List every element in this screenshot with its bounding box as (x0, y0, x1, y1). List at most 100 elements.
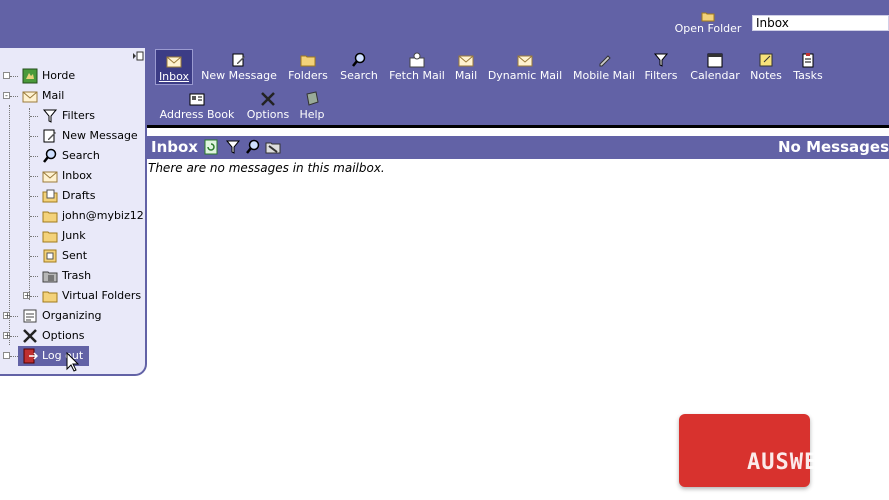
sidebar-item-options[interactable]: + Options (0, 326, 145, 346)
sidebar-item-label: Inbox (62, 169, 93, 182)
fetch-mail-icon (409, 52, 425, 68)
watermark-text: AUSWEB (747, 450, 833, 475)
toolbar-dynamic-mail[interactable]: Dynamic Mail (485, 49, 565, 85)
toolbar-new-message[interactable]: New Message (199, 49, 279, 85)
folder-icon (42, 228, 58, 244)
filter-icon[interactable] (225, 139, 241, 155)
compose-icon (231, 52, 247, 68)
mailbox-header: Inbox No Messages (147, 136, 889, 159)
open-folder-label: Open Folder (674, 22, 742, 35)
sidebar-item-label: Trash (62, 269, 92, 282)
options-icon (260, 91, 276, 107)
toolbar-address-book[interactable]: Address Book (155, 88, 239, 124)
toolbar-label: Fetch Mail (389, 69, 445, 82)
tree-expander[interactable]: + (3, 312, 11, 320)
folder-icon (300, 52, 316, 68)
horde-icon (22, 68, 38, 84)
sent-icon (42, 248, 58, 264)
toolbar-tasks[interactable]: Tasks (789, 49, 827, 85)
search-icon (42, 148, 58, 164)
calendar-icon (707, 52, 723, 68)
drafts-icon (42, 188, 58, 204)
toolbar-label: Tasks (793, 69, 823, 82)
mailbox-status: No Messages (778, 138, 889, 156)
mouse-cursor-icon (66, 351, 80, 372)
filter-icon (42, 108, 58, 124)
sidebar-item-label: Organizing (42, 309, 102, 322)
sidebar-item-drafts[interactable]: Drafts (0, 186, 145, 206)
sidebar-item-junk[interactable]: Junk (0, 226, 145, 246)
sidebar-item-search[interactable]: Search (0, 146, 145, 166)
sidebar-item-horde[interactable]: Horde (0, 66, 145, 86)
tree-expander[interactable]: + (3, 332, 11, 340)
sidebar-item-organizing[interactable]: + Organizing (0, 306, 145, 326)
sidebar-item-label: Mail (42, 89, 65, 102)
toolbar-filters[interactable]: Filters (641, 49, 681, 85)
ausweb-watermark: AUSWEB (679, 414, 831, 487)
collapse-sidebar-icon[interactable] (131, 51, 145, 63)
sidebar-item-sent[interactable]: Sent (0, 246, 145, 266)
toolbar-help[interactable]: Help (295, 88, 329, 124)
open-folder-button[interactable]: Open Folder (672, 10, 744, 35)
toolbar-fetch-mail[interactable]: Fetch Mail (387, 49, 447, 85)
tree-expander[interactable] (3, 72, 10, 79)
sidebar-item-new-message[interactable]: New Message (0, 126, 145, 146)
sidebar-item-filters[interactable]: Filters (0, 106, 145, 126)
toolbar-search[interactable]: Search (337, 49, 381, 85)
toolbar-label: Address Book (159, 108, 235, 121)
inbox-icon (42, 168, 58, 184)
mail-icon (458, 52, 474, 68)
toolbar-label: Search (340, 69, 378, 82)
sidebar-item-john-folder[interactable]: john@mybiz12 (0, 206, 145, 226)
sidebar: Horde - Mail Filters New Message Search (0, 48, 147, 376)
sidebar-item-label: Junk (62, 229, 86, 242)
logout-icon (22, 348, 39, 364)
sidebar-item-label: New Message (62, 129, 138, 142)
folder-select[interactable]: Inbox (752, 15, 889, 31)
tree-expander[interactable] (3, 352, 10, 359)
toolbar-options[interactable]: Options (245, 88, 291, 124)
sidebar-item-inbox[interactable]: Inbox (0, 166, 145, 186)
toolbar-label: Help (299, 108, 325, 121)
sidebar-item-label: Options (42, 329, 85, 342)
dynamic-mail-icon (517, 52, 533, 68)
toolbar-label: Folders (288, 69, 328, 82)
filter-icon (653, 52, 669, 68)
organizing-icon (22, 308, 38, 324)
folder-actions-icon[interactable] (265, 139, 281, 155)
notes-icon (758, 52, 774, 68)
tree-collapser[interactable]: - (3, 92, 10, 100)
trash-icon (42, 268, 58, 284)
sidebar-item-label: Virtual Folders (62, 289, 142, 302)
toolbar-inbox[interactable]: Inbox (155, 49, 193, 85)
top-header: Open Folder Inbox (0, 0, 889, 48)
toolbar-label: Mobile Mail (573, 69, 635, 82)
mobile-mail-icon (596, 52, 612, 68)
help-icon (304, 91, 320, 107)
sidebar-item-virtual-folders[interactable]: + Virtual Folders (0, 286, 145, 306)
toolbar-label: Mail (454, 69, 478, 82)
mailbox-title: Inbox (151, 138, 198, 156)
refresh-icon[interactable] (203, 139, 219, 155)
toolbar-label: Notes (750, 69, 782, 82)
toolbar-folders[interactable]: Folders (285, 49, 331, 85)
sidebar-item-label: Search (62, 149, 100, 162)
folder-icon (42, 208, 58, 224)
sidebar-item-label: john@mybiz12 (62, 209, 144, 222)
toolbar-mail[interactable]: Mail (451, 49, 481, 85)
sidebar-item-label: Drafts (62, 189, 96, 202)
toolbar-notes[interactable]: Notes (747, 49, 785, 85)
toolbar-label: Calendar (690, 69, 740, 82)
toolbar-label: Filters (644, 69, 678, 82)
sidebar-item-trash[interactable]: Trash (0, 266, 145, 286)
search-icon[interactable] (245, 139, 261, 155)
sidebar-item-label: Sent (62, 249, 88, 262)
search-icon (351, 52, 367, 68)
toolbar-label: New Message (201, 69, 277, 82)
sidebar-item-mail[interactable]: - Mail (0, 86, 145, 106)
main-toolbar: Inbox New Message Folders Search Fetch M… (147, 48, 889, 126)
inbox-icon (166, 53, 182, 69)
tree-expander[interactable]: + (23, 292, 31, 300)
toolbar-calendar[interactable]: Calendar (687, 49, 743, 85)
toolbar-mobile-mail[interactable]: Mobile Mail (571, 49, 637, 85)
